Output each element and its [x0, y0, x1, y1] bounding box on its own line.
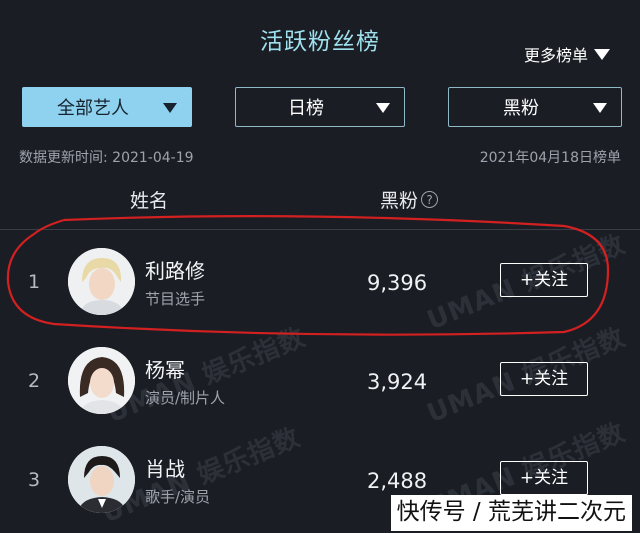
- artist-role: 歌手/演员: [145, 488, 211, 506]
- rank-number: 3: [28, 469, 41, 491]
- artist-name: 利路修: [145, 259, 205, 283]
- more-ranks-label: 更多榜单: [523, 46, 588, 65]
- fan-type-filter-dropdown[interactable]: 黑粉: [448, 87, 622, 127]
- period-filter-dropdown[interactable]: 日榜: [235, 87, 405, 127]
- follow-button[interactable]: +关注: [500, 362, 588, 396]
- page: 活跃粉丝榜 更多榜单 全部艺人 日榜 黑粉 数据更新时间: 2021-04-19…: [0, 0, 640, 533]
- fan-score: 2,488: [367, 469, 428, 493]
- rank-number: 1: [28, 271, 41, 293]
- caret-down-icon: [163, 103, 177, 113]
- column-header-name: 姓名: [130, 190, 169, 212]
- artist-filter-dropdown[interactable]: 全部艺人: [22, 87, 192, 127]
- update-time: 数据更新时间: 2021-04-19: [19, 150, 194, 166]
- filter-bar: 全部艺人 日榜 黑粉: [22, 87, 622, 129]
- ranking-row[interactable]: 1 利路修 节目选手 9,396 +关注: [0, 233, 640, 331]
- avatar[interactable]: [68, 248, 135, 315]
- artist-filter-label: 全部艺人: [57, 98, 129, 119]
- follow-button[interactable]: +关注: [500, 263, 588, 297]
- avatar[interactable]: [68, 446, 135, 513]
- artist-name: 肖战: [145, 457, 185, 481]
- fan-score: 9,396: [367, 271, 428, 295]
- source-credit: 快传号 / 荒芜讲二次元: [390, 495, 632, 531]
- ranking-row[interactable]: 2 杨幂 演员/制片人 3,924 +关注: [0, 332, 640, 430]
- help-icon[interactable]: ?: [421, 191, 439, 208]
- period-filter-label: 日榜: [288, 98, 324, 119]
- column-header-score-label: 黑粉: [380, 190, 419, 212]
- rank-number: 2: [28, 370, 41, 392]
- header-divider: [0, 229, 640, 230]
- caret-down-icon: [376, 103, 390, 113]
- caret-down-icon: [594, 48, 610, 60]
- more-ranks-dropdown[interactable]: 更多榜单: [524, 42, 610, 66]
- avatar[interactable]: [68, 347, 135, 414]
- artist-role: 演员/制片人: [145, 389, 226, 407]
- artist-name: 杨幂: [145, 358, 185, 382]
- artist-role: 节目选手: [145, 290, 206, 308]
- fan-type-filter-label: 黑粉: [503, 98, 539, 119]
- caret-down-icon: [593, 103, 607, 113]
- rank-date: 2021年04月18日榜单: [479, 150, 621, 166]
- column-header-score: 黑粉 ?: [380, 186, 439, 213]
- fan-score: 3,924: [367, 370, 428, 394]
- follow-button[interactable]: +关注: [500, 461, 588, 495]
